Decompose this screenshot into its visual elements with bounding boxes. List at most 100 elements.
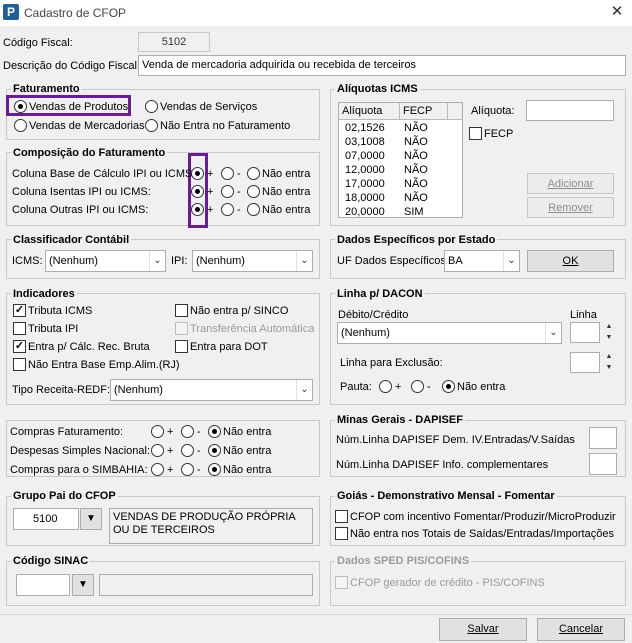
chevron-down-icon[interactable]: ⌄ <box>296 380 312 400</box>
tipo-receita-combo[interactable]: (Nenhum) ⌄ <box>110 379 313 401</box>
linha-spinner[interactable] <box>570 322 600 343</box>
base-calculo-label: Coluna Base de Cálculo IPI ou ICMS: <box>12 168 196 180</box>
ok-button[interactable]: OK <box>527 250 614 272</box>
nao-entra-sinco-checkbox[interactable] <box>175 304 188 317</box>
nao-entra-label: Não entra <box>262 186 311 198</box>
entra-dot-checkbox[interactable] <box>175 340 188 353</box>
vendas-mercadorias-label: Vendas de Mercadorias <box>29 120 145 132</box>
remover-button[interactable]: Remover <box>527 197 614 218</box>
compras-fat-plus-radio[interactable] <box>151 425 164 438</box>
cancelar-button-label: Cancelar <box>558 623 604 635</box>
fecp-value: NÃO <box>404 122 428 134</box>
aliquota-row[interactable]: 12,0000 NÃO <box>339 163 462 177</box>
base-calculo-nao-radio[interactable] <box>247 167 260 180</box>
close-icon[interactable]: ✕ <box>606 3 628 21</box>
spin-up-icon[interactable]: ▲ <box>603 352 615 361</box>
vendas-mercadorias-radio[interactable] <box>14 119 27 132</box>
minas-linha1-input[interactable] <box>589 427 617 449</box>
ipi-label: IPI: <box>171 255 188 267</box>
aliquota-column-header[interactable]: Alíquota <box>339 103 400 120</box>
aliquota-row[interactable]: 18,0000 NÃO <box>339 191 462 205</box>
fecp-value: SIM <box>404 206 424 218</box>
aliquota-row[interactable]: 07,0000 NÃO <box>339 149 462 163</box>
minus-label: - <box>237 186 241 198</box>
entra-calc-checkbox[interactable]: ✓ <box>13 340 26 353</box>
descricao-field[interactable]: Venda de mercadoria adquirida ou recebid… <box>138 55 626 76</box>
minus-label: - <box>197 445 201 457</box>
goias-incentivo-checkbox[interactable] <box>335 510 348 523</box>
debito-combo[interactable]: (Nenhum) ⌄ <box>337 322 562 344</box>
uf-combo[interactable]: BA ⌄ <box>444 250 520 272</box>
adicionar-button[interactable]: Adicionar <box>527 173 614 194</box>
goias-nao-entra-checkbox[interactable] <box>335 527 348 540</box>
chevron-down-icon[interactable]: ⌄ <box>503 251 519 271</box>
aliquota-value: 03,1008 <box>345 136 385 148</box>
grupo-pai-code-field[interactable]: 5100 <box>13 508 79 530</box>
outras-minus-radio[interactable] <box>221 203 234 216</box>
exclusao-spinner-buttons[interactable]: ▲ ▼ <box>603 352 615 373</box>
isentas-plus-radio[interactable] <box>191 185 204 198</box>
aliquotas-title: Alíquotas ICMS <box>335 82 420 96</box>
nao-entra-faturamento-radio[interactable] <box>145 119 158 132</box>
debito-label: Débito/Crédito <box>338 309 409 321</box>
exclusao-spinner[interactable] <box>570 352 600 373</box>
fecp-checkbox[interactable] <box>469 127 482 140</box>
base-calculo-minus-radio[interactable] <box>221 167 234 180</box>
simbahia-plus-radio[interactable] <box>151 463 164 476</box>
transferencia-checkbox[interactable] <box>175 322 188 335</box>
tributa-ipi-checkbox[interactable] <box>13 322 26 335</box>
simbahia-minus-radio[interactable] <box>181 463 194 476</box>
despesas-plus-radio[interactable] <box>151 444 164 457</box>
isentas-minus-radio[interactable] <box>221 185 234 198</box>
sped-title: Dados SPED PIS/COFINS <box>335 554 472 568</box>
app-logo-icon: P <box>3 4 19 20</box>
salvar-button[interactable]: Salvar <box>439 618 527 641</box>
outras-nao-radio[interactable] <box>247 203 260 216</box>
minas-linha1-label: Núm.Linha DAPISEF Dem. IV.Entradas/V.Saí… <box>336 434 575 446</box>
pauta-minus-radio[interactable] <box>411 380 424 393</box>
plus-label: + <box>207 186 214 198</box>
icms-combo[interactable]: (Nenhum) ⌄ <box>45 250 166 272</box>
aliquotas-list[interactable]: Alíquota FECP 02,1526 NÃO 03,1008 NÃO 07,000… <box>338 102 463 218</box>
aliquota-row[interactable]: 20,0000 SIM <box>339 205 462 219</box>
aliquota-row[interactable]: 17,0000 NÃO <box>339 177 462 191</box>
aliquota-row[interactable]: 02,1526 NÃO <box>339 121 462 135</box>
simbahia-nao-radio[interactable] <box>208 463 221 476</box>
spin-down-icon[interactable]: ▼ <box>603 363 615 372</box>
minas-linha2-input[interactable] <box>589 453 617 475</box>
minus-label: - <box>237 168 241 180</box>
despesas-simples-label: Despesas Simples Nacional: <box>10 445 151 457</box>
tributa-icms-checkbox[interactable]: ✓ <box>13 304 26 317</box>
chevron-down-icon[interactable]: ⌄ <box>545 323 561 343</box>
indicadores-title: Indicadores <box>11 287 77 301</box>
sinac-dropdown-icon[interactable]: ▼ <box>72 574 94 596</box>
aliquota-input[interactable] <box>526 100 614 121</box>
pauta-plus-radio[interactable] <box>379 380 392 393</box>
chevron-down-icon[interactable]: ⌄ <box>149 251 165 271</box>
grupo-pai-dropdown-icon[interactable]: ▼ <box>80 508 102 530</box>
chevron-down-icon[interactable]: ⌄ <box>296 251 312 271</box>
outras-plus-radio[interactable] <box>191 203 204 216</box>
base-calculo-plus-radio[interactable] <box>191 167 204 180</box>
spin-up-icon[interactable]: ▲ <box>603 322 615 331</box>
despesas-nao-radio[interactable] <box>208 444 221 457</box>
isentas-nao-radio[interactable] <box>247 185 260 198</box>
linha-spinner-buttons[interactable]: ▲ ▼ <box>603 322 615 343</box>
sped-credito-checkbox[interactable] <box>335 576 348 589</box>
codigo-fiscal-field[interactable]: 5102 <box>138 32 210 52</box>
vendas-produtos-radio[interactable] <box>14 100 27 113</box>
aliquota-row[interactable]: 03,1008 NÃO <box>339 135 462 149</box>
descricao-label: Descrição do Código Fiscal: <box>3 60 140 72</box>
compras-fat-minus-radio[interactable] <box>181 425 194 438</box>
sinac-code-field[interactable] <box>16 574 70 596</box>
cancelar-button[interactable]: Cancelar <box>537 618 625 641</box>
vendas-servicos-radio[interactable] <box>145 100 158 113</box>
spin-down-icon[interactable]: ▼ <box>603 333 615 342</box>
fecp-column-header[interactable]: FECP <box>400 103 448 120</box>
despesas-minus-radio[interactable] <box>181 444 194 457</box>
pauta-nao-radio[interactable] <box>442 380 455 393</box>
compras-fat-nao-radio[interactable] <box>208 425 221 438</box>
nao-entra-base-checkbox[interactable] <box>13 358 26 371</box>
ipi-combo[interactable]: (Nenhum) ⌄ <box>192 250 313 272</box>
sped-credito-label: CFOP gerador de crédito - PIS/COFINS <box>350 577 545 589</box>
